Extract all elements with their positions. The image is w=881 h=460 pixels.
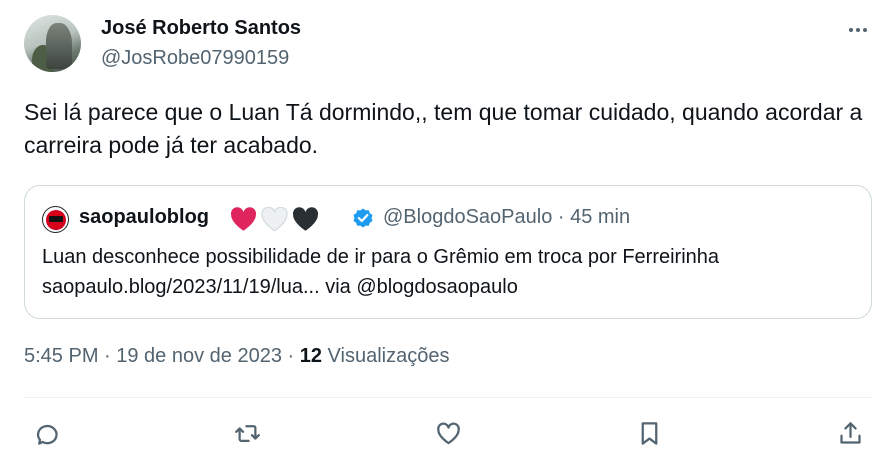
author-handle[interactable]: @JosRobe07990159 bbox=[101, 47, 289, 70]
quoted-tweet-card[interactable]: saopauloblog @BlogdoSaoPaulo · 45 min Lu… bbox=[24, 185, 872, 319]
reply-icon bbox=[36, 424, 58, 445]
like-button[interactable] bbox=[432, 418, 464, 448]
retweet-icon bbox=[234, 424, 260, 442]
author-name[interactable]: José Roberto Santos bbox=[101, 17, 301, 40]
red-heart-icon bbox=[230, 206, 257, 231]
tweet-timestamp[interactable]: 5:45 PM · 19 de nov de 2023 · bbox=[24, 345, 300, 367]
author-avatar[interactable] bbox=[24, 15, 81, 72]
like-icon bbox=[436, 422, 460, 444]
more-dots-icon bbox=[849, 28, 867, 32]
avatar-rock-shape bbox=[46, 23, 72, 69]
quoted-text-line-1: Luan desconhece possibilidade de ir para… bbox=[42, 246, 720, 268]
bookmark-icon bbox=[641, 421, 657, 445]
reply-button[interactable] bbox=[30, 418, 62, 448]
share-button[interactable] bbox=[834, 418, 866, 448]
quoted-avatar bbox=[42, 206, 69, 233]
tweet-text: Sei lá parece que o Luan Tá dormindo,, t… bbox=[24, 99, 863, 158]
quoted-author-name: saopauloblog bbox=[79, 206, 209, 228]
views-label: Visualizações bbox=[327, 345, 450, 367]
action-bar-divider bbox=[24, 397, 872, 398]
more-options-button[interactable] bbox=[842, 16, 874, 44]
quoted-name-emojis bbox=[230, 206, 319, 232]
views-count: 12 bbox=[299, 345, 322, 367]
tweet-meta: 5:45 PM · 19 de nov de 2023 · 12 Visuali… bbox=[24, 345, 449, 368]
retweet-button[interactable] bbox=[231, 418, 263, 448]
spfc-shield-icon bbox=[45, 209, 66, 230]
white-heart-icon bbox=[261, 206, 288, 231]
quoted-handle-time: @BlogdoSaoPaulo · 45 min bbox=[383, 206, 631, 228]
bookmark-button[interactable] bbox=[633, 418, 665, 448]
black-heart-icon bbox=[292, 206, 319, 231]
quoted-tweet-text: Luan desconhece possibilidade de ir para… bbox=[42, 242, 862, 302]
verified-badge-icon bbox=[353, 208, 373, 228]
quoted-text-line-2[interactable]: saopaulo.blog/2023/11/19/lua... via @blo… bbox=[42, 272, 862, 302]
share-icon bbox=[839, 421, 861, 444]
